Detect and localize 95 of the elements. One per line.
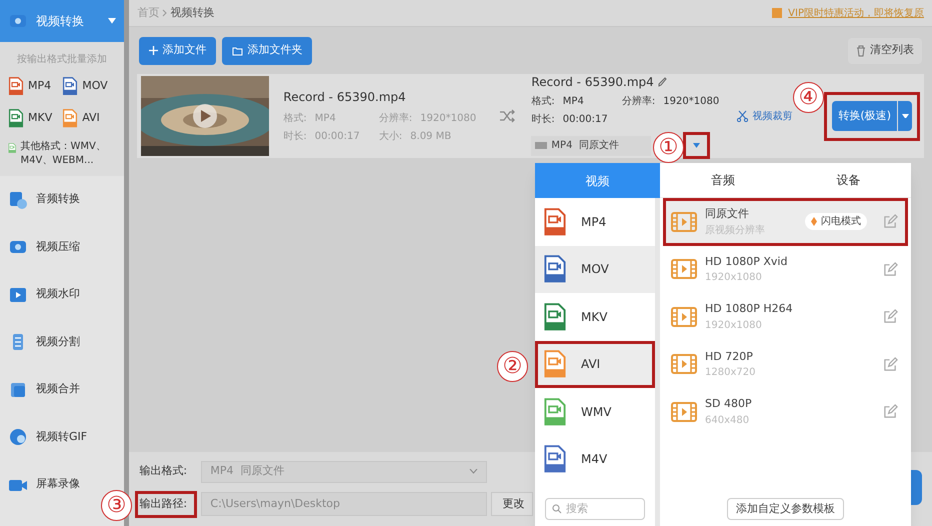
film-icon: [671, 212, 697, 232]
caret-icon: [108, 18, 116, 24]
add-folder-button[interactable]: 添加文件夹: [222, 36, 312, 64]
preset-title: HD 1080P Xvid: [705, 254, 788, 270]
dropdown-button[interactable]: [683, 132, 710, 159]
preset-option[interactable]: HD 720P 1280x720: [663, 340, 908, 388]
format-tab[interactable]: 设备: [786, 163, 911, 198]
format-shortcut[interactable]: AVI: [62, 109, 116, 128]
format-label: 其他格式：WMV、M4V、WEBM...: [20, 140, 107, 168]
preset-option[interactable]: HD 1080P Xvid 1920x1080: [663, 246, 908, 293]
plus-icon: [149, 46, 158, 55]
field-value: MP4: [314, 112, 336, 126]
film-icon: [671, 259, 697, 280]
format-label: AVI: [82, 110, 100, 126]
preset-title: HD 720P: [705, 348, 754, 364]
add-template-button[interactable]: 添加自定义参数模板: [727, 498, 844, 520]
caret-icon: [693, 143, 700, 148]
preset-subtitle: 1920x1080: [705, 271, 763, 285]
edit-icon[interactable]: [883, 214, 898, 230]
flame-icon: [811, 217, 817, 226]
format-label: MOV: [82, 78, 108, 94]
shuffle-icon: [499, 109, 516, 123]
hint-text: 按输出格式批量添加: [16, 52, 108, 67]
tool-icon: [8, 190, 28, 210]
field-label: 时长:: [283, 130, 307, 144]
trim-link[interactable]: 视频裁剪: [752, 108, 792, 124]
convert-button[interactable]: 转换(极速): [832, 101, 897, 131]
format-label: MKV: [28, 110, 52, 126]
format-option[interactable]: AVI: [535, 340, 655, 388]
clear-list-button[interactable]: 清空列表: [848, 38, 922, 64]
preset-title: 同原文件: [705, 206, 750, 222]
format-label: MP4: [28, 78, 52, 94]
preset-option[interactable]: SD 480P 640x480: [663, 388, 908, 436]
caret-icon: [902, 114, 908, 118]
format-option[interactable]: MOV: [535, 246, 655, 293]
preset-title: HD 1080P H264: [705, 301, 794, 317]
tool-icon: [8, 427, 28, 448]
sidebar-item[interactable]: 视频压缩: [8, 237, 80, 258]
format-select[interactable]: MP4 同原文件: [531, 136, 652, 156]
chevron-icon: [162, 9, 168, 17]
preset-title: SD 480P: [705, 396, 753, 412]
change-button[interactable]: 更改: [491, 492, 534, 516]
trash-icon: [856, 44, 866, 56]
sidebar-item[interactable]: 视频转GIF: [8, 427, 88, 448]
sidebar-item[interactable]: 音频转换: [8, 190, 80, 210]
field-value: 1920*1080: [420, 112, 476, 126]
film-icon: [671, 354, 697, 374]
field-label: 分辨率:: [378, 112, 412, 126]
field-label: 时长:: [531, 112, 555, 127]
format-option[interactable]: M4V: [535, 436, 655, 483]
edit-icon[interactable]: [883, 356, 898, 372]
format-option[interactable]: MP4: [535, 198, 655, 246]
preset-subtitle: 1280x720: [705, 366, 756, 380]
target-file-name: Record - 65390.mp4: [531, 74, 654, 91]
breadcrumb-link[interactable]: 视频转换: [170, 4, 214, 22]
scissors-icon: [737, 110, 748, 122]
format-shortcut[interactable]: 其他格式：WMV、M4V、WEBM...: [0, 140, 124, 168]
preset-subtitle: 640x480: [705, 414, 750, 428]
step-marker: ②: [497, 351, 528, 382]
film-icon: [671, 306, 697, 327]
flash-mode-badge: 闪电模式: [805, 213, 867, 230]
field-value: 00:00:17: [314, 130, 360, 144]
field-label: 格式:: [531, 94, 555, 109]
edit-icon[interactable]: [883, 262, 898, 277]
source-file-name: Record - 65390.mp4: [283, 89, 407, 106]
field-label: 大小:: [378, 130, 402, 144]
format-shortcut[interactable]: MKV: [8, 109, 62, 128]
field-label: 分辨率:: [622, 94, 656, 109]
edit-icon[interactable]: [883, 309, 898, 324]
field-value: 00:00:17: [562, 113, 608, 127]
preset-subtitle: 1920x1080: [705, 318, 763, 332]
field-value: 1920*1080: [663, 95, 720, 109]
folder-icon: [232, 46, 244, 56]
format-option[interactable]: WMV: [535, 388, 655, 436]
edit-icon[interactable]: [883, 404, 898, 420]
format-shortcut[interactable]: MP4: [8, 77, 62, 96]
convert-caret-button[interactable]: [898, 101, 912, 131]
pencil-icon[interactable]: [658, 77, 667, 87]
add-file-button[interactable]: 添加文件: [139, 36, 216, 64]
field-value: 8.09 MB: [410, 130, 452, 144]
format-tab[interactable]: 音频: [660, 163, 786, 198]
output-path-label: 输出路径:: [135, 490, 198, 518]
film-icon: [671, 402, 697, 422]
field-value: MP4: [562, 95, 584, 109]
format-shortcut[interactable]: MOV: [62, 77, 116, 96]
search-icon: [552, 504, 562, 514]
sidebar-item[interactable]: 视频合并: [8, 380, 80, 400]
sidebar-item[interactable]: 视频水印: [8, 284, 80, 305]
sidebar-item[interactable]: 视频分割: [8, 332, 80, 352]
field-label: 格式:: [283, 112, 307, 126]
format-option[interactable]: MKV: [535, 293, 655, 340]
chevron-down-icon: [469, 469, 478, 474]
preset-option[interactable]: HD 1080P H264 1920x1080: [663, 293, 908, 340]
output-format-label: 输出格式:: [138, 463, 188, 480]
sidebar-item[interactable]: 屏幕录像: [8, 474, 80, 495]
